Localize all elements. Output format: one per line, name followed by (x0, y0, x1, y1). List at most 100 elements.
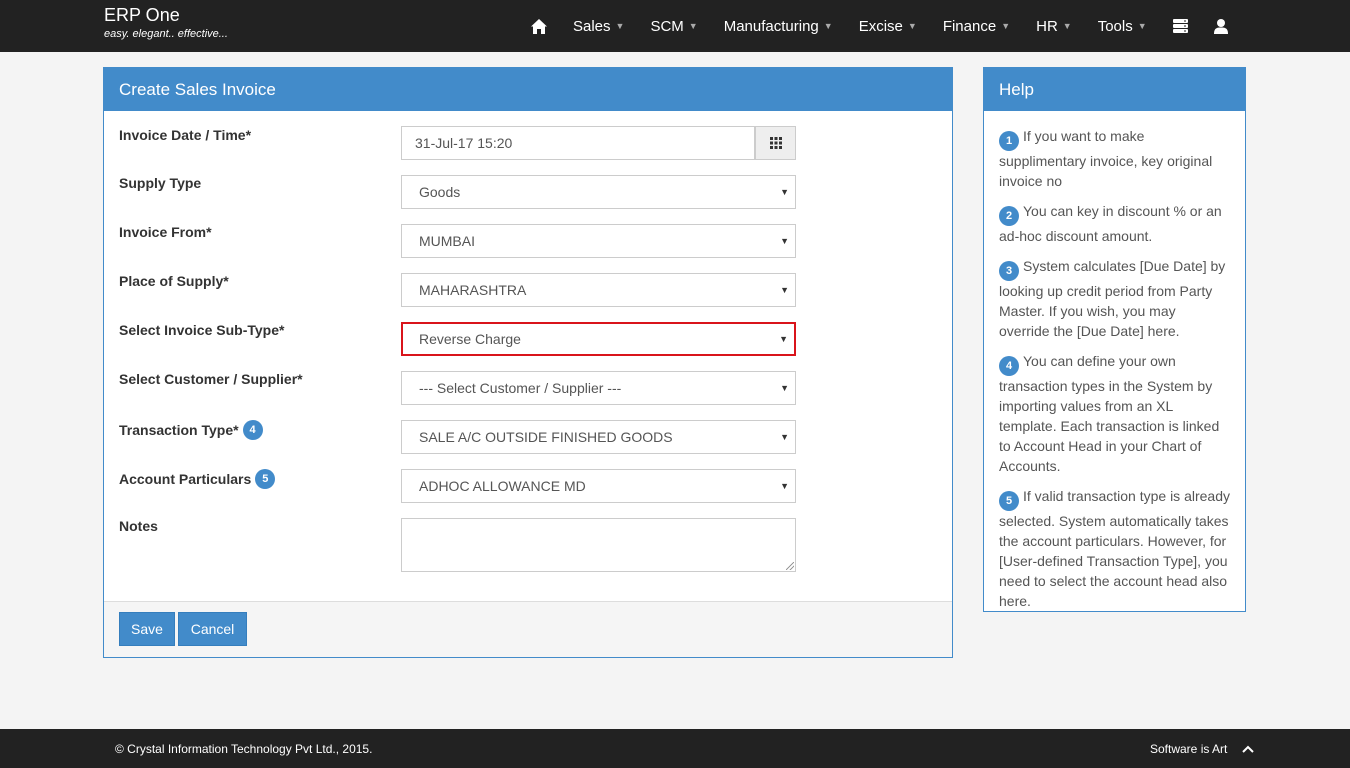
panel-title: Create Sales Invoice (104, 68, 952, 111)
account-particulars-label: Account Particulars 5 (119, 469, 276, 489)
transaction-type-label: Transaction Type* 4 (119, 420, 263, 440)
help-badge: 4 (242, 420, 263, 440)
brand[interactable]: ERP One easy. elegant.. effective... (104, 5, 228, 41)
help-list: 1 If you want to make supplimentary invoi… (984, 111, 1245, 611)
brand-tagline: easy. elegant.. effective... (104, 28, 228, 40)
label-text: Invoice From* (119, 224, 212, 240)
panel-footer: Save Cancel (104, 601, 952, 657)
notes-textarea[interactable] (401, 518, 796, 572)
help-item: 3 System calculates [Due Date] by looking… (999, 256, 1230, 341)
help-title: Help (984, 68, 1245, 111)
help-number-badge: 5 (999, 491, 1019, 511)
nav-tools[interactable]: Tools ▼ (1085, 0, 1160, 52)
input-value: 31-Jul-17 15:20 (415, 135, 513, 151)
invoice-from-select[interactable]: MUMBAI ▼ (401, 224, 796, 258)
account-particulars-select[interactable]: ADHOC ALLOWANCE MD ▼ (401, 469, 796, 503)
nav-manufacturing[interactable]: Manufacturing ▼ (711, 0, 846, 52)
cancel-button[interactable]: Cancel (178, 612, 247, 646)
page-footer: © Crystal Information Technology Pvt Ltd… (0, 729, 1350, 768)
nav-label: Excise (858, 17, 903, 35)
supply-type-select[interactable]: Goods ▼ (401, 175, 796, 209)
help-number-badge: 3 (999, 261, 1019, 281)
row-transaction-type: Transaction Type* 4 SALE A/C OUTSIDE FINI… (104, 420, 952, 454)
help-item: 4 You can define your own transaction typ… (999, 351, 1230, 476)
customer-label: Select Customer / Supplier* (119, 371, 303, 387)
help-text: You can key in discount % or an ad-hoc d… (999, 203, 1222, 244)
help-number-badge: 4 (999, 356, 1019, 376)
dropdown-arrow-icon: ▼ (780, 285, 789, 295)
nav-label: Tools (1097, 17, 1133, 35)
row-account-particulars: Account Particulars 5 ADHOC ALLOWANCE MD ▼ (104, 469, 952, 503)
nav-label: Manufacturing (723, 17, 819, 35)
invoice-date-label: Invoice Date / Time* (119, 127, 251, 143)
row-place-of-supply: Place of Supply* MAHARASHTRA ▼ (104, 273, 952, 307)
label-text: Place of Supply* (119, 273, 229, 289)
invoice-from-label: Invoice From* (119, 224, 212, 240)
label-text: Account Particulars (119, 471, 252, 487)
help-text: If valid transaction type is already sel… (999, 488, 1230, 609)
nav-sales[interactable]: Sales ▼ (560, 0, 637, 52)
nav-finance[interactable]: Finance ▼ (930, 0, 1023, 52)
user-icon[interactable] (1201, 0, 1241, 52)
label-text: Notes (119, 518, 158, 534)
resize-grip-icon[interactable] (786, 562, 794, 570)
nav-hr[interactable]: HR ▼ (1023, 0, 1085, 52)
help-panel: Help 1 If you want to make supplimentary … (983, 67, 1246, 612)
nav-label: HR (1036, 17, 1058, 35)
help-item: 2 You can key in discount % or an ad-hoc … (999, 201, 1230, 246)
caret-down-icon: ▼ (1001, 21, 1011, 31)
dropdown-arrow-icon: ▼ (780, 236, 789, 246)
server-icon[interactable] (1160, 0, 1201, 52)
row-supply-type: Supply Type Goods ▼ (104, 175, 952, 209)
caret-down-icon: ▼ (688, 21, 698, 31)
select-value: --- Select Customer / Supplier --- (419, 380, 622, 396)
nav-label: Finance (942, 17, 997, 35)
footer-tagline: Software is Art (1150, 741, 1228, 756)
place-of-supply-select[interactable]: MAHARASHTRA ▼ (401, 273, 796, 307)
help-number-badge: 2 (999, 206, 1019, 226)
row-customer: Select Customer / Supplier* --- Select C… (104, 371, 952, 405)
label-text: Select Invoice Sub-Type* (119, 322, 285, 338)
label-text: Supply Type (119, 175, 202, 191)
nav-menu: Sales ▼ SCM ▼ Manufacturing ▼ Excise ▼ Finan… (518, 0, 1241, 52)
help-item: 1 If you want to make supplimentary invoi… (999, 126, 1230, 191)
dropdown-arrow-icon: ▼ (780, 432, 789, 442)
label-text: Transaction Type* (119, 422, 239, 438)
caret-down-icon: ▼ (1137, 21, 1147, 31)
customer-select[interactable]: --- Select Customer / Supplier --- ▼ (401, 371, 796, 405)
invoice-subtype-select[interactable]: Reverse Charge ▼ (401, 322, 796, 356)
home-icon[interactable] (518, 0, 560, 52)
select-value: Goods (419, 184, 461, 200)
caret-down-icon: ▼ (1062, 21, 1072, 31)
caret-down-icon: ▼ (823, 21, 833, 31)
select-value: ADHOC ALLOWANCE MD (419, 478, 586, 494)
invoice-date-input[interactable]: 31-Jul-17 15:20 (401, 126, 755, 160)
help-badge: 5 (255, 469, 276, 489)
label-text: Select Customer / Supplier* (119, 371, 303, 387)
copyright-text: © Crystal Information Technology Pvt Ltd… (115, 741, 373, 756)
help-item: 5 If valid transaction type is already se… (999, 486, 1230, 611)
row-invoice-subtype: Select Invoice Sub-Type* Reverse Charge ▼ (104, 322, 952, 356)
nav-excise[interactable]: Excise ▼ (846, 0, 930, 52)
select-value: MAHARASHTRA (419, 282, 527, 298)
grid-icon (769, 137, 782, 149)
chevron-up-icon[interactable] (1242, 729, 1254, 768)
dropdown-arrow-icon: ▼ (780, 187, 789, 197)
help-text: System calculates [Due Date] by looking … (999, 258, 1226, 339)
notes-label: Notes (119, 518, 158, 534)
create-invoice-panel: Create Sales Invoice Invoice Date / Time… (103, 67, 953, 658)
dropdown-arrow-icon: ▼ (779, 334, 788, 344)
select-value: MUMBAI (419, 233, 475, 249)
row-notes: Notes (104, 518, 952, 572)
nav-scm[interactable]: SCM ▼ (637, 0, 710, 52)
select-value: Reverse Charge (419, 331, 521, 347)
row-invoice-date: Invoice Date / Time* 31-Jul-17 15:20 (104, 126, 952, 160)
transaction-type-select[interactable]: SALE A/C OUTSIDE FINISHED GOODS ▼ (401, 420, 796, 454)
caret-down-icon: ▼ (615, 21, 625, 31)
nav-label: SCM (650, 17, 684, 35)
supply-type-label: Supply Type (119, 175, 201, 191)
dropdown-arrow-icon: ▼ (780, 383, 789, 393)
save-button[interactable]: Save (119, 612, 175, 646)
invoice-subtype-label: Select Invoice Sub-Type* (119, 322, 284, 338)
calendar-button[interactable] (755, 126, 796, 160)
